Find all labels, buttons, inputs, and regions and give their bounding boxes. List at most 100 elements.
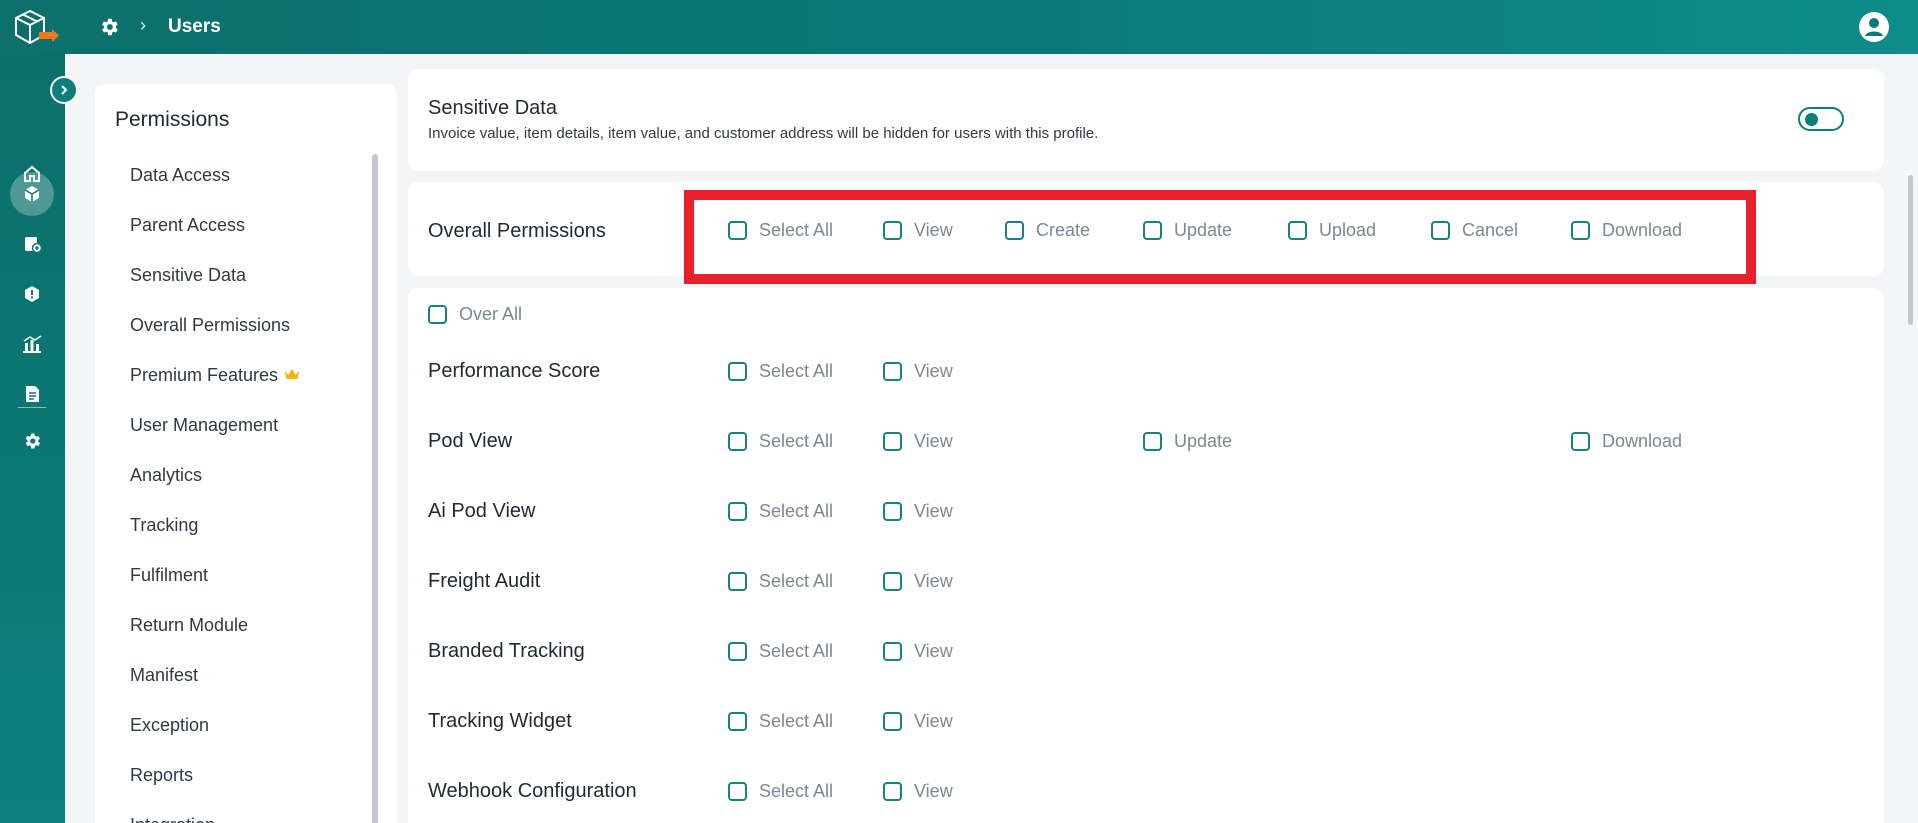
checkbox-label: Select All: [759, 571, 834, 591]
select-all-checkbox[interactable]: Select All: [728, 711, 833, 732]
menu-item-analytics[interactable]: Analytics: [130, 465, 202, 486]
checkbox-label: Update: [1174, 431, 1233, 451]
menu-item-label: Analytics: [130, 465, 203, 485]
select-all-checkbox[interactable]: Select All: [728, 781, 833, 802]
checkbox-box[interactable]: [728, 572, 747, 591]
checkbox-label: Over All: [459, 304, 523, 324]
select-all-checkbox[interactable]: Select All: [728, 361, 833, 382]
menu-item-integration[interactable]: Integration: [130, 815, 215, 823]
module-row-label: Branded Tracking: [428, 640, 585, 662]
checkbox-box[interactable]: [883, 362, 902, 381]
download-checkbox[interactable]: Download: [1571, 431, 1682, 452]
checkbox-box[interactable]: [1143, 432, 1162, 451]
select-all-checkbox[interactable]: Select All: [728, 641, 833, 662]
checkbox-box[interactable]: [728, 362, 747, 381]
menu-item-label: Parent Access: [130, 215, 246, 235]
expand-sidebar-button[interactable]: [50, 76, 78, 104]
view-checkbox[interactable]: View: [883, 641, 953, 662]
view-checkbox[interactable]: View: [883, 781, 953, 802]
view-checkbox[interactable]: View: [883, 431, 953, 452]
over-all-checkbox[interactable]: Over All: [428, 304, 522, 325]
view-checkbox[interactable]: View: [883, 361, 953, 382]
sensitive-data-card: Sensitive Data Invoice value, item detai…: [408, 69, 1884, 171]
menu-item-label: Return Module: [130, 615, 249, 635]
menu-item-return-module[interactable]: Return Module: [130, 615, 248, 636]
checkbox-label: Select All: [759, 781, 834, 801]
select-all-checkbox[interactable]: Select All: [728, 431, 833, 452]
select-all-checkbox[interactable]: Select All: [728, 501, 833, 522]
sensitive-data-toggle[interactable]: [1798, 107, 1844, 131]
add-document-icon[interactable]: [10, 222, 54, 266]
checkbox-box[interactable]: [883, 642, 902, 661]
checkbox-box[interactable]: [883, 782, 902, 801]
checkbox-label: Select All: [759, 361, 834, 381]
menu-item-tracking[interactable]: Tracking: [130, 515, 198, 536]
checkbox-box[interactable]: [883, 221, 902, 240]
checkbox-box[interactable]: [883, 712, 902, 731]
menu-item-data-access[interactable]: Data Access: [130, 165, 230, 186]
checkbox-box[interactable]: [728, 782, 747, 801]
checkbox-box[interactable]: [883, 502, 902, 521]
overall-view-checkbox[interactable]: View: [883, 220, 953, 241]
menu-item-user-management[interactable]: User Management: [130, 415, 278, 436]
checkbox-label: Create: [1036, 220, 1091, 240]
checkbox-box[interactable]: [1571, 432, 1590, 451]
checkbox-box[interactable]: [1005, 221, 1024, 240]
invoice-icon[interactable]: [10, 372, 54, 416]
checkbox-label: View: [914, 571, 953, 591]
module-permissions-card: [408, 288, 1884, 823]
menu-item-exception[interactable]: Exception: [130, 715, 209, 736]
checkbox-box[interactable]: [1288, 221, 1307, 240]
checkbox-box[interactable]: [728, 502, 747, 521]
checkbox-box[interactable]: [728, 221, 747, 240]
checkbox-box[interactable]: [728, 642, 747, 661]
settings-breadcrumb-icon[interactable]: [98, 16, 120, 38]
view-checkbox[interactable]: View: [883, 571, 953, 592]
main-scrollbar[interactable]: [1908, 175, 1913, 325]
overall-permissions-label: Overall Permissions: [428, 220, 606, 242]
checkbox-box[interactable]: [1571, 221, 1590, 240]
checkbox-box[interactable]: [728, 432, 747, 451]
overall-cancel-checkbox[interactable]: Cancel: [1431, 220, 1518, 241]
checkbox-label: Select All: [759, 711, 834, 731]
menu-item-fulfilment[interactable]: Fulfilment: [130, 565, 208, 586]
update-checkbox[interactable]: Update: [1143, 431, 1232, 452]
overall-upload-checkbox[interactable]: Upload: [1288, 220, 1376, 241]
package-icon[interactable]: [10, 172, 54, 216]
menu-item-label: Integration: [130, 815, 215, 823]
overall-update-checkbox[interactable]: Update: [1143, 220, 1232, 241]
menu-item-label: Reports: [130, 765, 194, 785]
checkbox-label: Download: [1602, 431, 1683, 451]
checkbox-box[interactable]: [883, 432, 902, 451]
checkbox-box[interactable]: [1431, 221, 1450, 240]
menu-item-overall-permissions[interactable]: Overall Permissions: [130, 315, 290, 336]
menu-scrollbar[interactable]: [372, 154, 378, 823]
app-logo[interactable]: [12, 8, 60, 48]
overall-select-all-checkbox[interactable]: Select All: [728, 220, 833, 241]
settings-icon[interactable]: [10, 419, 54, 463]
permissions-menu-title: Permissions: [115, 108, 230, 131]
user-avatar-icon[interactable]: [1858, 11, 1890, 43]
checkbox-label: View: [914, 781, 953, 801]
checkbox-box[interactable]: [428, 305, 447, 324]
select-all-checkbox[interactable]: Select All: [728, 571, 833, 592]
checkbox-box[interactable]: [883, 572, 902, 591]
menu-item-label: Overall Permissions: [130, 315, 291, 335]
menu-item-sensitive-data[interactable]: Sensitive Data: [130, 265, 246, 286]
overall-create-checkbox[interactable]: Create: [1005, 220, 1090, 241]
menu-item-parent-access[interactable]: Parent Access: [130, 215, 245, 236]
checkbox-label: View: [914, 361, 953, 381]
view-checkbox[interactable]: View: [883, 501, 953, 522]
view-checkbox[interactable]: View: [883, 711, 953, 732]
menu-item-premium-features[interactable]: Premium Features: [130, 365, 300, 386]
shield-icon[interactable]: [10, 272, 54, 316]
menu-item-reports[interactable]: Reports: [130, 765, 193, 786]
analytics-icon[interactable]: [10, 322, 54, 366]
checkbox-box[interactable]: [1143, 221, 1162, 240]
menu-item-manifest[interactable]: Manifest: [130, 665, 198, 686]
checkbox-box[interactable]: [728, 712, 747, 731]
menu-item-label: Tracking: [130, 515, 199, 535]
menu-item-label: Exception: [130, 715, 210, 735]
checkbox-label: Download: [1602, 220, 1683, 240]
overall-download-checkbox[interactable]: Download: [1571, 220, 1682, 241]
